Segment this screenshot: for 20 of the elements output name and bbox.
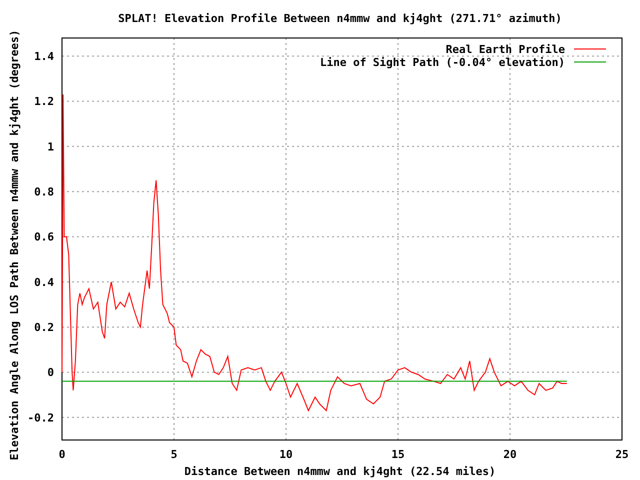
y-tick-label: 1.2 [34,95,54,108]
y-tick-label: 0.2 [34,321,54,334]
y-tick-label: -0.2 [28,411,54,424]
x-tick-label: 0 [58,448,66,461]
x-tick-label: 15 [391,448,405,461]
y-tick-label: 0.6 [34,230,54,244]
legend-label: Line of Sight Path (-0.04° elevation) [320,56,565,69]
y-axis-label: Elevation Angle Along LOS Path Between n4mmw and kj4ght (degrees) [8,30,21,460]
x-tick-label: 10 [279,448,293,461]
y-tick-label: 0.4 [34,276,54,289]
chart-title: SPLAT! Elevation Profile Between n4mmw and kj4ght (271.71° azimuth) [118,12,562,25]
y-tick-label: 0.8 [34,186,54,199]
x-tick-label: 25 [615,448,629,461]
y-tick-label: 1.4 [34,50,54,64]
legend-label: Real Earth Profile [446,43,565,56]
y-tick-label: 1 [47,140,54,154]
x-axis-label: Distance Between n4mmw and kj4ght (22.54 miles) [184,465,496,478]
x-tick-label: 5 [170,448,178,461]
x-tick-label: 20 [503,448,517,461]
y-tick-label: 0 [47,366,54,380]
